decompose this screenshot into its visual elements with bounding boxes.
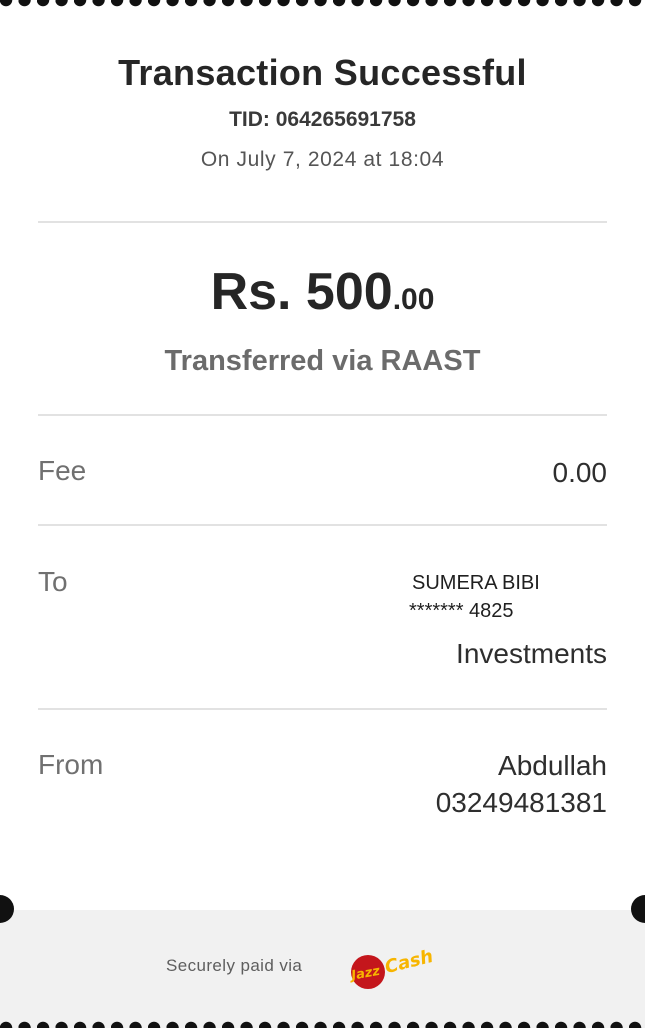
amount-main: Rs. 500 <box>210 263 393 321</box>
transaction-date: On July 7, 2024 at 18:04 <box>200 148 445 171</box>
sender-details: Abdullah 03249481381 <box>436 747 607 821</box>
fee-label: Fee <box>38 455 87 486</box>
page-title: Transaction Successful <box>118 52 527 93</box>
recipient-account: ******* 4825 <box>409 600 514 622</box>
recipient-name: SUMERA BIBI <box>412 572 540 594</box>
secure-payment-text: Securely paid via <box>166 956 303 975</box>
divider <box>38 221 607 223</box>
sender-name: Abdullah <box>498 750 607 781</box>
receipt-header: Transaction Successful TID: 064265691758… <box>0 52 645 172</box>
transaction-amount: Rs. 500.00 <box>0 262 645 322</box>
amount-decimals: .00 <box>392 283 435 316</box>
receipt-bottom-edge <box>0 1016 645 1028</box>
to-label: To <box>38 566 68 597</box>
transaction-id: TID: 064265691758 <box>229 108 416 131</box>
svg-text:Cash: Cash <box>383 946 436 978</box>
sender-number: 03249481381 <box>435 787 607 818</box>
divider <box>38 708 607 710</box>
from-label: From <box>38 749 104 780</box>
jazzcash-logo-icon: Jazz Cash <box>347 946 436 989</box>
fee-value: 0.00 <box>552 457 608 488</box>
transfer-method: Transferred via RAAST <box>164 345 481 377</box>
divider <box>38 524 607 526</box>
divider <box>38 414 607 416</box>
receipt-top-edge <box>0 0 645 12</box>
receipt-footer <box>0 910 645 1028</box>
recipient-bank: Investments <box>456 638 607 669</box>
